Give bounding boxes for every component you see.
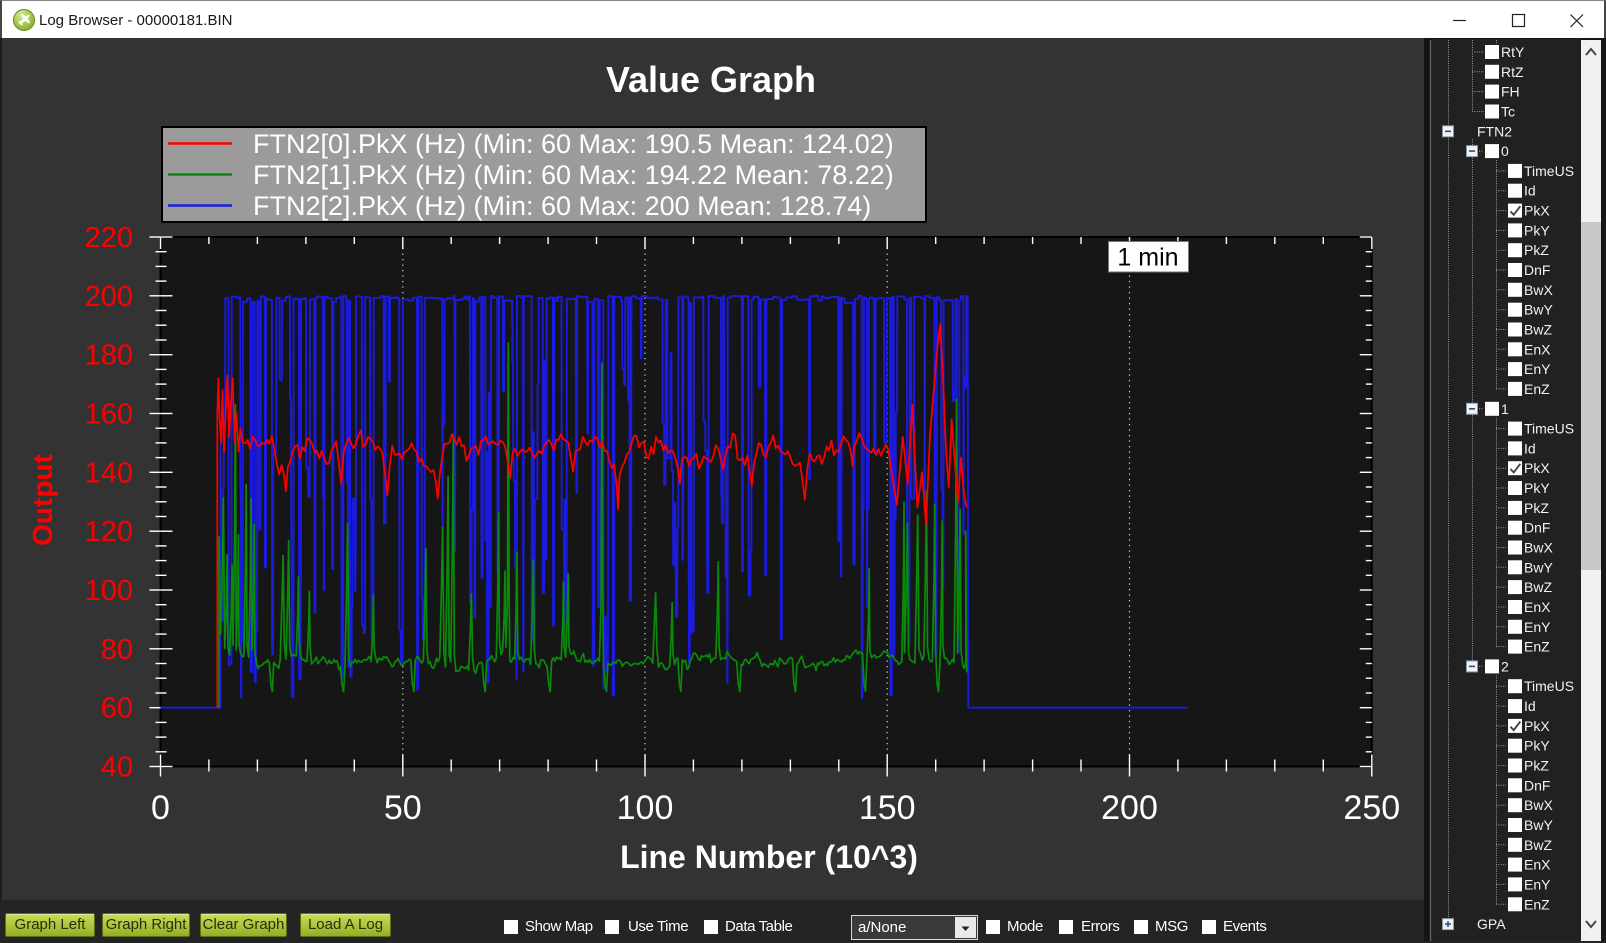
svg-text:DnF: DnF — [1524, 262, 1550, 278]
svg-text:2: 2 — [1501, 658, 1509, 674]
svg-text:1 min: 1 min — [1117, 244, 1178, 272]
svg-text:PkZ: PkZ — [1524, 500, 1549, 516]
svg-text:200: 200 — [1101, 789, 1158, 827]
svg-text:PkX: PkX — [1524, 718, 1550, 734]
svg-text:180: 180 — [85, 340, 133, 372]
svg-text:PkY: PkY — [1524, 480, 1550, 496]
svg-text:Id: Id — [1524, 440, 1536, 456]
svg-text:EnZ: EnZ — [1524, 639, 1550, 655]
svg-text:DnF: DnF — [1524, 520, 1550, 536]
svg-text:Line Number (10^3): Line Number (10^3) — [620, 839, 918, 875]
svg-text:EnX: EnX — [1524, 857, 1551, 873]
svg-text:FTN2: FTN2 — [1477, 123, 1512, 139]
svg-text:FTN2[1].PkX (Hz) (Min: 60 Max:: FTN2[1].PkX (Hz) (Min: 60 Max: 194.22 Me… — [253, 160, 894, 190]
svg-text:BwX: BwX — [1524, 282, 1553, 298]
svg-text:BwX: BwX — [1524, 797, 1553, 813]
svg-text:RtY: RtY — [1501, 44, 1525, 60]
svg-text:EnX: EnX — [1524, 341, 1551, 357]
svg-text:BwZ: BwZ — [1524, 322, 1552, 338]
svg-text:TimeUS: TimeUS — [1524, 678, 1574, 694]
svg-text:EnY: EnY — [1524, 361, 1551, 377]
svg-text:0: 0 — [1501, 143, 1509, 159]
svg-text:EnY: EnY — [1524, 876, 1551, 892]
svg-text:Id: Id — [1524, 183, 1536, 199]
svg-text:100: 100 — [617, 789, 674, 827]
svg-text:Id: Id — [1524, 698, 1536, 714]
svg-text:Value Graph: Value Graph — [606, 59, 816, 100]
svg-text:200: 200 — [85, 281, 133, 313]
svg-text:PkX: PkX — [1524, 460, 1550, 476]
svg-text:EnY: EnY — [1524, 619, 1551, 635]
svg-text:150: 150 — [859, 789, 916, 827]
svg-text:140: 140 — [85, 457, 133, 489]
svg-text:FH: FH — [1501, 84, 1520, 100]
svg-text:50: 50 — [384, 789, 422, 827]
svg-text:PkZ: PkZ — [1524, 758, 1549, 774]
svg-text:80: 80 — [101, 634, 133, 666]
svg-text:BwZ: BwZ — [1524, 579, 1552, 595]
svg-text:PkY: PkY — [1524, 738, 1550, 754]
svg-text:1: 1 — [1501, 401, 1509, 417]
svg-text:60: 60 — [101, 693, 133, 725]
svg-text:PkY: PkY — [1524, 222, 1550, 238]
svg-text:PkZ: PkZ — [1524, 242, 1549, 258]
svg-text:TimeUS: TimeUS — [1524, 421, 1574, 437]
svg-text:FTN2[0].PkX (Hz) (Min: 60 Max:: FTN2[0].PkX (Hz) (Min: 60 Max: 190.5 Mea… — [253, 129, 894, 159]
svg-text:0: 0 — [151, 789, 170, 827]
svg-text:EnX: EnX — [1524, 599, 1551, 615]
svg-text:BwY: BwY — [1524, 559, 1553, 575]
svg-text:160: 160 — [85, 399, 133, 431]
svg-text:FTN2[2].PkX (Hz) (Min: 60 Max:: FTN2[2].PkX (Hz) (Min: 60 Max: 200 Mean:… — [253, 191, 871, 221]
svg-text:40: 40 — [101, 752, 133, 784]
svg-text:Tc: Tc — [1501, 104, 1515, 120]
svg-text:EnZ: EnZ — [1524, 896, 1550, 912]
svg-text:100: 100 — [85, 575, 133, 607]
svg-text:TimeUS: TimeUS — [1524, 163, 1574, 179]
svg-text:EnZ: EnZ — [1524, 381, 1550, 397]
svg-text:RtZ: RtZ — [1501, 64, 1524, 80]
svg-text:BwY: BwY — [1524, 817, 1553, 833]
svg-text:BwX: BwX — [1524, 540, 1553, 556]
svg-text:120: 120 — [85, 516, 133, 548]
svg-text:BwZ: BwZ — [1524, 837, 1552, 853]
svg-text:PkX: PkX — [1524, 203, 1550, 219]
svg-text:DnF: DnF — [1524, 777, 1550, 793]
svg-text:Output: Output — [27, 454, 58, 546]
svg-text:250: 250 — [1343, 789, 1400, 827]
svg-text:220: 220 — [85, 222, 133, 254]
svg-text:BwY: BwY — [1524, 302, 1553, 318]
svg-text:GPA: GPA — [1477, 916, 1506, 932]
